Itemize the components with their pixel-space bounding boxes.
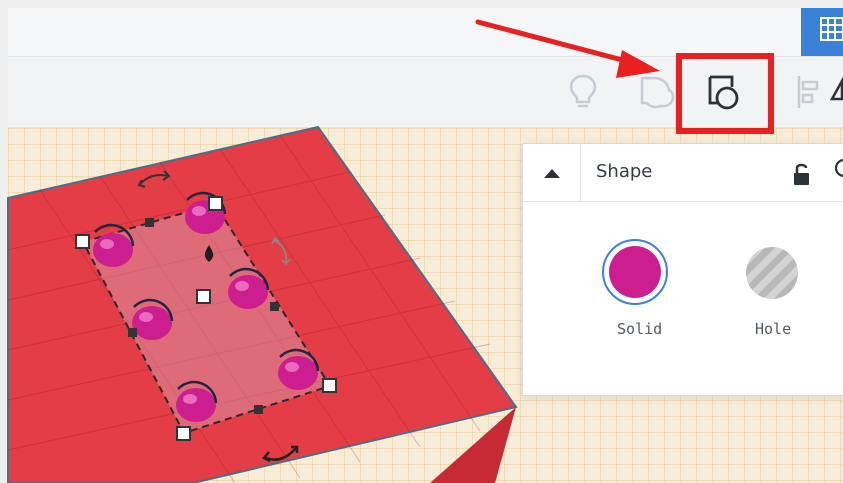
annotation-arrow (475, 19, 660, 78)
annotation-highlight-box (676, 53, 774, 134)
resize-handle[interactable] (75, 234, 90, 249)
edge-handle[interactable] (254, 405, 263, 414)
shape-inspector-panel: Shape Solid Hole (522, 143, 843, 396)
resize-handle[interactable] (322, 378, 337, 393)
hole-pattern-icon (746, 247, 798, 299)
resize-handle[interactable] (208, 196, 223, 211)
resize-handle[interactable] (176, 426, 191, 441)
edge-handle[interactable] (270, 302, 279, 311)
solid-color-icon (609, 246, 661, 298)
edge-handle[interactable] (128, 328, 137, 337)
triangle-up-icon (543, 168, 560, 178)
collapse-button[interactable] (523, 144, 581, 201)
height-handle[interactable] (196, 289, 211, 304)
tinkercad-editor: Shape Solid Hole (0, 0, 843, 483)
hole-swatch[interactable] (741, 242, 803, 304)
solid-label: Solid (617, 320, 663, 338)
edge-handle[interactable] (145, 218, 154, 227)
panel-title: Shape (596, 161, 653, 182)
panel-header: Shape (523, 144, 843, 202)
solid-swatch[interactable] (602, 239, 668, 305)
bulb-icon[interactable] (830, 158, 843, 188)
lock-icon[interactable] (791, 161, 813, 187)
hole-label: Hole (755, 320, 792, 338)
